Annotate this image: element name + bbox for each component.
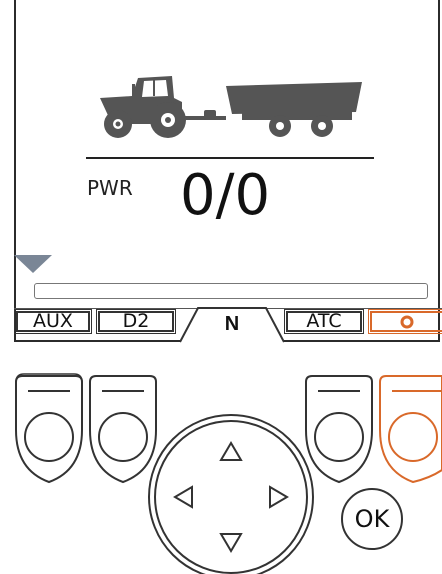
tab-settings[interactable] bbox=[368, 309, 442, 334]
power-value: 0/0 bbox=[180, 163, 271, 228]
gear-icon bbox=[400, 315, 414, 328]
divider-line bbox=[86, 157, 374, 159]
function-button-1[interactable] bbox=[15, 373, 83, 484]
tab-d2[interactable]: D2 bbox=[96, 309, 176, 334]
tractor-trailer-icon bbox=[100, 76, 362, 138]
tab-n-label: N bbox=[224, 313, 240, 335]
position-marker-icon bbox=[14, 255, 52, 273]
hardware-panel bbox=[15, 373, 442, 574]
function-button-4[interactable] bbox=[379, 375, 442, 484]
function-button-3[interactable] bbox=[305, 375, 373, 484]
tab-atc[interactable]: ATC bbox=[284, 309, 364, 334]
dpad[interactable] bbox=[148, 414, 314, 574]
ok-button[interactable] bbox=[341, 488, 403, 550]
function-button-2[interactable] bbox=[89, 375, 157, 484]
progress-bar bbox=[34, 283, 428, 299]
power-label: PWR bbox=[87, 176, 133, 200]
tab-aux[interactable]: AUX bbox=[14, 309, 92, 334]
